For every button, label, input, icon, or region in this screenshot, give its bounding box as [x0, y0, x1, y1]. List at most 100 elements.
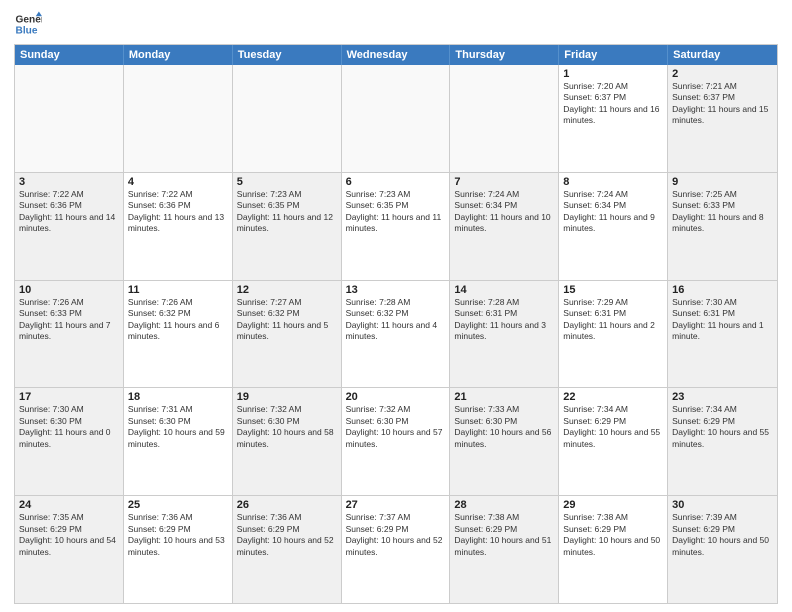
header-day-tuesday: Tuesday [233, 45, 342, 65]
cell-text: Sunrise: 7:34 AM Sunset: 6:29 PM Dayligh… [672, 404, 773, 450]
calendar-cell: 15Sunrise: 7:29 AM Sunset: 6:31 PM Dayli… [559, 281, 668, 388]
calendar-cell: 25Sunrise: 7:36 AM Sunset: 6:29 PM Dayli… [124, 496, 233, 603]
day-number: 17 [19, 391, 119, 403]
calendar-row-3: 17Sunrise: 7:30 AM Sunset: 6:30 PM Dayli… [15, 388, 777, 496]
day-number: 5 [237, 176, 337, 188]
header-day-friday: Friday [559, 45, 668, 65]
page: General Blue SundayMondayTuesdayWednesda… [0, 0, 792, 612]
day-number: 14 [454, 284, 554, 296]
calendar-row-2: 10Sunrise: 7:26 AM Sunset: 6:33 PM Dayli… [15, 281, 777, 389]
day-number: 7 [454, 176, 554, 188]
calendar-cell: 9Sunrise: 7:25 AM Sunset: 6:33 PM Daylig… [668, 173, 777, 280]
calendar-cell: 11Sunrise: 7:26 AM Sunset: 6:32 PM Dayli… [124, 281, 233, 388]
cell-text: Sunrise: 7:27 AM Sunset: 6:32 PM Dayligh… [237, 297, 337, 343]
calendar-cell: 17Sunrise: 7:30 AM Sunset: 6:30 PM Dayli… [15, 388, 124, 495]
calendar-cell: 5Sunrise: 7:23 AM Sunset: 6:35 PM Daylig… [233, 173, 342, 280]
calendar-cell [124, 65, 233, 172]
calendar-cell: 21Sunrise: 7:33 AM Sunset: 6:30 PM Dayli… [450, 388, 559, 495]
day-number: 23 [672, 391, 773, 403]
calendar-cell: 29Sunrise: 7:38 AM Sunset: 6:29 PM Dayli… [559, 496, 668, 603]
calendar-cell [15, 65, 124, 172]
day-number: 19 [237, 391, 337, 403]
cell-text: Sunrise: 7:25 AM Sunset: 6:33 PM Dayligh… [672, 189, 773, 235]
cell-text: Sunrise: 7:30 AM Sunset: 6:30 PM Dayligh… [19, 404, 119, 450]
calendar-cell: 14Sunrise: 7:28 AM Sunset: 6:31 PM Dayli… [450, 281, 559, 388]
logo: General Blue [14, 10, 46, 38]
calendar-cell: 28Sunrise: 7:38 AM Sunset: 6:29 PM Dayli… [450, 496, 559, 603]
day-number: 21 [454, 391, 554, 403]
calendar-cell: 16Sunrise: 7:30 AM Sunset: 6:31 PM Dayli… [668, 281, 777, 388]
day-number: 15 [563, 284, 663, 296]
cell-text: Sunrise: 7:36 AM Sunset: 6:29 PM Dayligh… [237, 512, 337, 558]
calendar-header: SundayMondayTuesdayWednesdayThursdayFrid… [15, 45, 777, 65]
calendar-cell: 19Sunrise: 7:32 AM Sunset: 6:30 PM Dayli… [233, 388, 342, 495]
day-number: 29 [563, 499, 663, 511]
cell-text: Sunrise: 7:35 AM Sunset: 6:29 PM Dayligh… [19, 512, 119, 558]
calendar-cell: 8Sunrise: 7:24 AM Sunset: 6:34 PM Daylig… [559, 173, 668, 280]
day-number: 20 [346, 391, 446, 403]
calendar-cell: 3Sunrise: 7:22 AM Sunset: 6:36 PM Daylig… [15, 173, 124, 280]
cell-text: Sunrise: 7:22 AM Sunset: 6:36 PM Dayligh… [19, 189, 119, 235]
day-number: 22 [563, 391, 663, 403]
calendar-cell: 1Sunrise: 7:20 AM Sunset: 6:37 PM Daylig… [559, 65, 668, 172]
day-number: 10 [19, 284, 119, 296]
header-day-monday: Monday [124, 45, 233, 65]
header-day-sunday: Sunday [15, 45, 124, 65]
calendar-cell: 30Sunrise: 7:39 AM Sunset: 6:29 PM Dayli… [668, 496, 777, 603]
cell-text: Sunrise: 7:28 AM Sunset: 6:32 PM Dayligh… [346, 297, 446, 343]
cell-text: Sunrise: 7:23 AM Sunset: 6:35 PM Dayligh… [237, 189, 337, 235]
cell-text: Sunrise: 7:38 AM Sunset: 6:29 PM Dayligh… [563, 512, 663, 558]
day-number: 18 [128, 391, 228, 403]
calendar-cell: 4Sunrise: 7:22 AM Sunset: 6:36 PM Daylig… [124, 173, 233, 280]
header: General Blue [14, 10, 778, 38]
cell-text: Sunrise: 7:37 AM Sunset: 6:29 PM Dayligh… [346, 512, 446, 558]
day-number: 11 [128, 284, 228, 296]
cell-text: Sunrise: 7:38 AM Sunset: 6:29 PM Dayligh… [454, 512, 554, 558]
day-number: 2 [672, 68, 773, 80]
header-day-wednesday: Wednesday [342, 45, 451, 65]
cell-text: Sunrise: 7:34 AM Sunset: 6:29 PM Dayligh… [563, 404, 663, 450]
day-number: 13 [346, 284, 446, 296]
calendar-cell: 10Sunrise: 7:26 AM Sunset: 6:33 PM Dayli… [15, 281, 124, 388]
day-number: 26 [237, 499, 337, 511]
calendar-cell [450, 65, 559, 172]
cell-text: Sunrise: 7:26 AM Sunset: 6:32 PM Dayligh… [128, 297, 228, 343]
calendar-cell: 18Sunrise: 7:31 AM Sunset: 6:30 PM Dayli… [124, 388, 233, 495]
calendar-body: 1Sunrise: 7:20 AM Sunset: 6:37 PM Daylig… [15, 65, 777, 603]
calendar-cell: 20Sunrise: 7:32 AM Sunset: 6:30 PM Dayli… [342, 388, 451, 495]
calendar-cell [233, 65, 342, 172]
day-number: 28 [454, 499, 554, 511]
calendar-cell: 7Sunrise: 7:24 AM Sunset: 6:34 PM Daylig… [450, 173, 559, 280]
cell-text: Sunrise: 7:36 AM Sunset: 6:29 PM Dayligh… [128, 512, 228, 558]
calendar-cell: 22Sunrise: 7:34 AM Sunset: 6:29 PM Dayli… [559, 388, 668, 495]
calendar-cell: 23Sunrise: 7:34 AM Sunset: 6:29 PM Dayli… [668, 388, 777, 495]
cell-text: Sunrise: 7:23 AM Sunset: 6:35 PM Dayligh… [346, 189, 446, 235]
header-day-thursday: Thursday [450, 45, 559, 65]
day-number: 12 [237, 284, 337, 296]
calendar-cell: 24Sunrise: 7:35 AM Sunset: 6:29 PM Dayli… [15, 496, 124, 603]
day-number: 8 [563, 176, 663, 188]
cell-text: Sunrise: 7:24 AM Sunset: 6:34 PM Dayligh… [563, 189, 663, 235]
cell-text: Sunrise: 7:30 AM Sunset: 6:31 PM Dayligh… [672, 297, 773, 343]
day-number: 25 [128, 499, 228, 511]
day-number: 16 [672, 284, 773, 296]
day-number: 6 [346, 176, 446, 188]
calendar-cell [342, 65, 451, 172]
day-number: 30 [672, 499, 773, 511]
cell-text: Sunrise: 7:32 AM Sunset: 6:30 PM Dayligh… [237, 404, 337, 450]
cell-text: Sunrise: 7:20 AM Sunset: 6:37 PM Dayligh… [563, 81, 663, 127]
cell-text: Sunrise: 7:26 AM Sunset: 6:33 PM Dayligh… [19, 297, 119, 343]
calendar-cell: 6Sunrise: 7:23 AM Sunset: 6:35 PM Daylig… [342, 173, 451, 280]
day-number: 4 [128, 176, 228, 188]
calendar-cell: 27Sunrise: 7:37 AM Sunset: 6:29 PM Dayli… [342, 496, 451, 603]
cell-text: Sunrise: 7:29 AM Sunset: 6:31 PM Dayligh… [563, 297, 663, 343]
cell-text: Sunrise: 7:21 AM Sunset: 6:37 PM Dayligh… [672, 81, 773, 127]
calendar-cell: 26Sunrise: 7:36 AM Sunset: 6:29 PM Dayli… [233, 496, 342, 603]
cell-text: Sunrise: 7:32 AM Sunset: 6:30 PM Dayligh… [346, 404, 446, 450]
calendar-cell: 2Sunrise: 7:21 AM Sunset: 6:37 PM Daylig… [668, 65, 777, 172]
calendar: SundayMondayTuesdayWednesdayThursdayFrid… [14, 44, 778, 604]
day-number: 1 [563, 68, 663, 80]
calendar-row-1: 3Sunrise: 7:22 AM Sunset: 6:36 PM Daylig… [15, 173, 777, 281]
header-day-saturday: Saturday [668, 45, 777, 65]
svg-text:Blue: Blue [16, 25, 38, 36]
